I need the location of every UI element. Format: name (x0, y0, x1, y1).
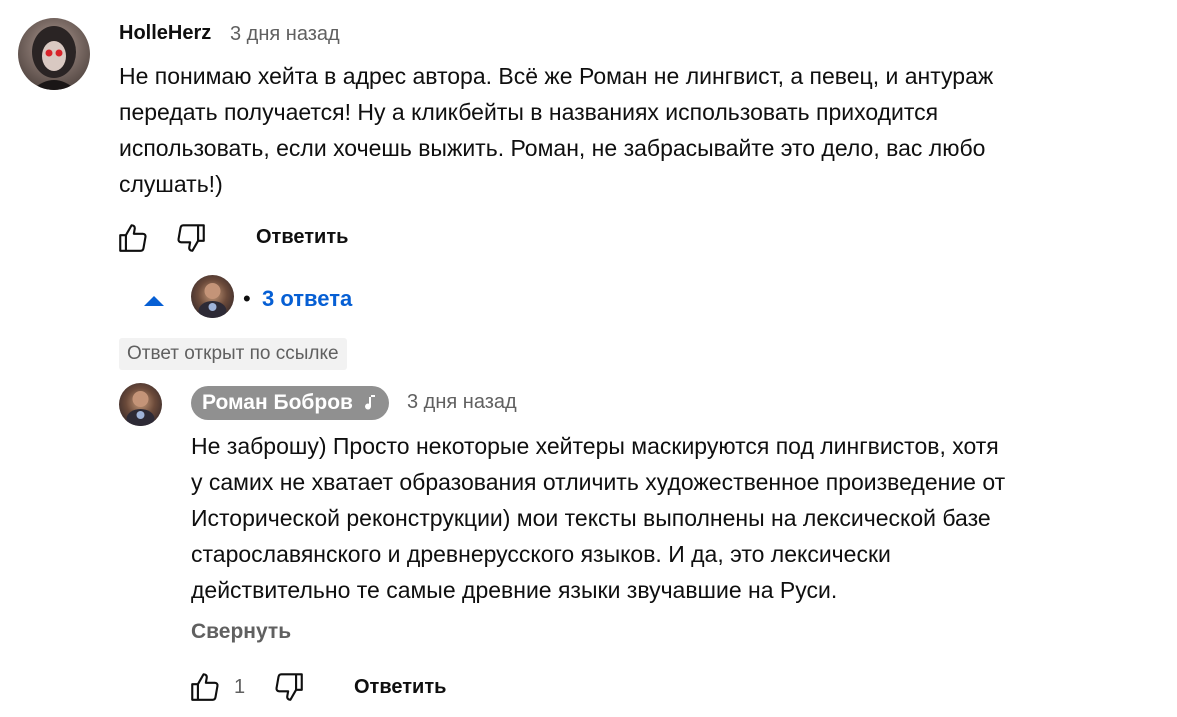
comment-timestamp[interactable]: 3 дня назад (230, 23, 340, 46)
reply-text: Не заброшу) Просто некоторые хейтеры мас… (191, 433, 1006, 603)
caret-up-icon[interactable] (143, 294, 165, 313)
replies-toggle-button[interactable]: 3 ответа (262, 286, 352, 312)
music-note-icon (364, 395, 375, 410)
reply-author-chip[interactable]: Роман Бобров (191, 386, 389, 420)
reply-reply-button[interactable]: Ответить (354, 676, 446, 699)
reply-timestamp[interactable]: 3 дня назад (407, 391, 517, 414)
thumbs-down-icon (275, 673, 303, 701)
dislike-button[interactable] (173, 220, 209, 256)
thumbs-up-icon (119, 224, 147, 252)
comment-text: Не понимаю хейта в адрес автора. Всё же … (119, 63, 994, 197)
thumbs-up-icon (191, 673, 219, 701)
reply-author-name: Роман Бобров (202, 391, 353, 414)
replier-avatar (191, 275, 234, 318)
replies-separator: • (243, 286, 251, 311)
avatar-holleherz[interactable] (18, 18, 90, 90)
reply-like-count: 1 (234, 676, 246, 698)
thumbs-down-icon (177, 224, 205, 252)
like-button[interactable] (115, 220, 151, 256)
reply-like-button[interactable] (187, 669, 223, 705)
reply-button[interactable]: Ответить (256, 226, 348, 249)
comment-author-name[interactable]: HolleHerz (119, 22, 211, 45)
avatar-roman-bobrov[interactable] (119, 383, 162, 426)
collapse-button[interactable]: Свернуть (191, 620, 291, 644)
reply-dislike-button[interactable] (271, 669, 307, 705)
avatar-image (32, 26, 76, 90)
linked-comment-badge: Ответ открыт по ссылке (119, 338, 347, 370)
